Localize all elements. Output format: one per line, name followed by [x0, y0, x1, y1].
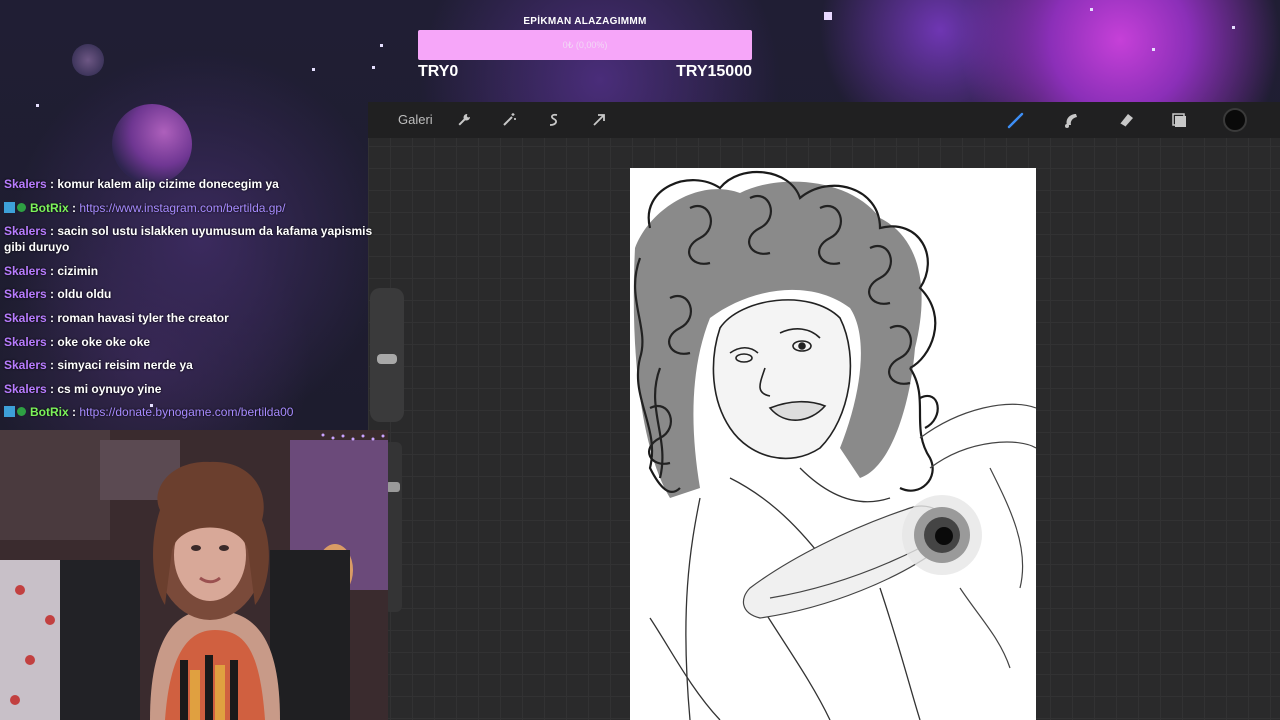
chat-text: cs mi oynuyo yine	[57, 381, 162, 396]
moderator-badge-icon	[4, 406, 15, 418]
star	[1090, 8, 1093, 11]
verified-badge-icon	[17, 202, 26, 212]
brush-icon[interactable]	[1006, 110, 1026, 130]
star	[36, 104, 39, 107]
chat-username[interactable]: Skalers	[4, 382, 47, 396]
chat-text: simyaci reisim nerde ya	[57, 358, 193, 373]
chat-separator: :	[46, 177, 58, 191]
chat-separator: :	[46, 358, 58, 373]
fairy-lights	[321, 433, 385, 441]
goal-progress-text: 0₺ (0,00%)	[562, 39, 608, 50]
eraser-icon[interactable]	[1116, 110, 1136, 130]
chat-username[interactable]: BotRix	[30, 201, 69, 215]
chat-separator: :	[68, 405, 80, 420]
drawing-canvas[interactable]	[630, 168, 1036, 720]
chat-text: oldu oldu	[57, 287, 112, 302]
magic-wand-icon[interactable]	[499, 110, 519, 130]
chat-username[interactable]: Skalers	[4, 224, 47, 238]
chat-message: Skalers : cizimin	[4, 263, 384, 279]
smudge-icon[interactable]	[1061, 110, 1081, 130]
moderator-badge-icon	[4, 201, 15, 213]
chat-link[interactable]: https://donate.bynogame.com/bertilda00	[79, 405, 293, 419]
chat-separator: :	[46, 310, 58, 325]
chat-username[interactable]: BotRix	[30, 405, 69, 419]
webcam-feed	[0, 430, 388, 720]
streamer-video	[0, 430, 388, 720]
sketch-artwork	[633, 170, 1036, 720]
goal-title: EPİKMAN ALAZAGIMMM	[523, 16, 647, 27]
chat-separator: :	[46, 334, 58, 349]
goal-progress-bar: 0₺ (0,00%)	[418, 30, 752, 60]
chat-message: BotRix : https://donate.bynogame.com/ber…	[4, 404, 384, 420]
selection-icon[interactable]	[544, 110, 564, 130]
star	[1232, 26, 1235, 29]
star	[1152, 48, 1155, 51]
chat-message: Skalers : komur kalem alip cizime donece…	[4, 176, 384, 192]
chat-message: Skalers : sacin sol ustu islakken uyumus…	[4, 223, 384, 255]
layers-icon[interactable]	[1170, 110, 1190, 130]
chat-message: Skalers : oldu oldu	[4, 286, 384, 302]
transform-arrow-icon[interactable]	[589, 110, 609, 130]
wrench-icon[interactable]	[454, 110, 474, 130]
chat-separator: :	[68, 200, 80, 215]
chat-separator: :	[46, 381, 58, 396]
chat-username[interactable]: Skalers	[4, 264, 47, 278]
chat-text: sacin sol ustu islakken uyumusum da kafa…	[4, 224, 373, 255]
chat-link[interactable]: https://www.instagram.com/bertilda.gp/	[79, 201, 285, 215]
chat-message: Skalers : simyaci reisim nerde ya	[4, 357, 384, 373]
chat-username[interactable]: Skalers	[4, 358, 47, 372]
verified-badge-icon	[17, 407, 26, 417]
opacity-slider-handle[interactable]	[386, 482, 400, 492]
chat-username[interactable]: Skalers	[4, 311, 47, 325]
chat-username[interactable]: Skalers	[4, 335, 47, 349]
chat-text: roman havasi tyler the creator	[57, 310, 229, 325]
star	[312, 68, 315, 71]
chat-separator: :	[46, 263, 58, 278]
star	[824, 12, 832, 20]
chat-text: komur kalem alip cizime donecegim ya	[57, 177, 279, 191]
planet-decoration	[112, 104, 192, 184]
star	[372, 66, 375, 69]
drawing-app: Galeri	[368, 102, 1280, 720]
chat-username[interactable]: Skalers	[4, 287, 47, 301]
chat-text: oke oke oke oke	[57, 334, 151, 349]
chat-message: Skalers : oke oke oke oke	[4, 334, 384, 350]
chat-text: cizimin	[57, 263, 99, 278]
gallery-button[interactable]: Galeri	[398, 112, 433, 127]
chat-username[interactable]: Skalers	[4, 177, 47, 191]
goal-min-label: TRY0	[418, 63, 459, 80]
app-toolbar: Galeri	[368, 102, 1280, 138]
chat-message: Skalers : cs mi oynuyo yine	[4, 381, 384, 397]
color-picker-button[interactable]	[1223, 108, 1247, 132]
chat-separator: :	[46, 287, 58, 302]
chat-message: BotRix : https://www.instagram.com/berti…	[4, 200, 384, 216]
goal-max-label: TRY15000	[676, 63, 752, 80]
chat-separator: :	[46, 224, 58, 239]
star	[380, 44, 383, 47]
small-planet-decoration	[72, 44, 104, 76]
chat-panel: Skalers : komur kalem alip cizime donece…	[4, 176, 384, 428]
chat-message: Skalers : roman havasi tyler the creator	[4, 310, 384, 326]
